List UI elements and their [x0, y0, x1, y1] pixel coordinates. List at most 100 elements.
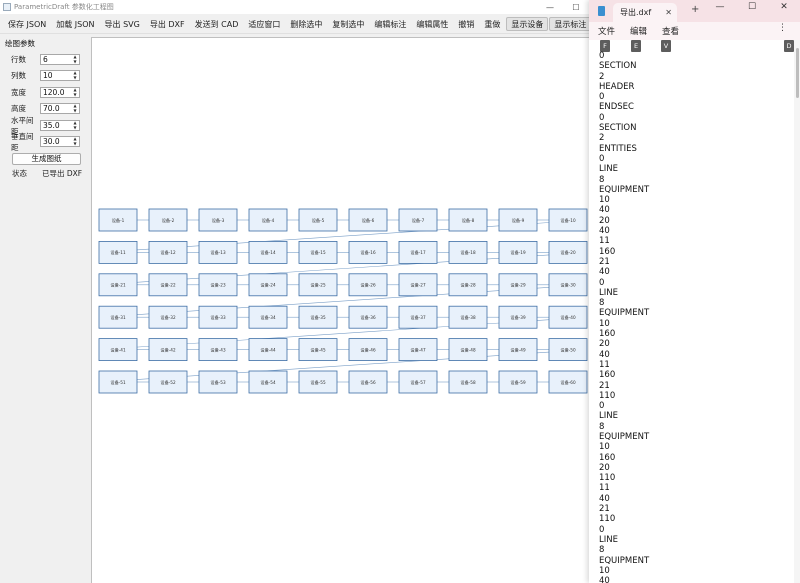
device-box[interactable]: 设备-28 [448, 273, 488, 297]
device-box[interactable]: 设备-9 [498, 208, 538, 232]
delete-selected-button[interactable]: 删除选中 [285, 17, 327, 31]
notepad-minimize-button[interactable]: — [704, 0, 736, 14]
device-box[interactable]: 设备-44 [248, 338, 288, 362]
device-box[interactable]: 设备-53 [198, 370, 238, 394]
menu-file[interactable]: 文件 [598, 25, 615, 37]
spin-arrows-icon[interactable]: ▲ ▼ [72, 136, 78, 146]
device-box[interactable]: 设备-54 [248, 370, 288, 394]
device-box[interactable]: 设备-31 [98, 305, 138, 329]
device-box[interactable]: 设备-2 [148, 208, 188, 232]
hgap-spinbox[interactable]: 35.0 ▲ ▼ [40, 120, 80, 131]
device-box[interactable]: 设备-58 [448, 370, 488, 394]
menu-view[interactable]: 查看 [662, 25, 679, 37]
device-box[interactable]: 设备-24 [248, 273, 288, 297]
device-box[interactable]: 设备-52 [148, 370, 188, 394]
generate-drawing-button[interactable]: 生成图纸 [12, 153, 81, 165]
device-box[interactable]: 设备-45 [298, 338, 338, 362]
device-box[interactable]: 设备-18 [448, 240, 488, 264]
device-box[interactable]: 设备-60 [548, 370, 588, 394]
spin-arrows-icon[interactable]: ▲ ▼ [72, 103, 78, 113]
spin-arrows-icon[interactable]: ▲ ▼ [72, 70, 78, 80]
device-box[interactable]: 设备-3 [198, 208, 238, 232]
device-box[interactable]: 设备-32 [148, 305, 188, 329]
drawing-svg[interactable]: 设备-1 设备-2 设备-3 设备-4 设备-5 设备-6 设备-7 设备-8 设备-9 设备-1… [92, 38, 590, 583]
device-box[interactable]: 设备-15 [298, 240, 338, 264]
notepad-close-button[interactable]: ✕ [768, 0, 800, 14]
device-box[interactable]: 设备-20 [548, 240, 588, 264]
send-to-cad-button[interactable]: 发送到 CAD [190, 17, 244, 31]
device-box[interactable]: 设备-46 [348, 338, 388, 362]
device-box[interactable]: 设备-34 [248, 305, 288, 329]
drawing-canvas[interactable]: 设备-1 设备-2 设备-3 设备-4 设备-5 设备-6 设备-7 设备-8 设备-9 设备-1… [91, 37, 590, 583]
device-box[interactable]: 设备-39 [498, 305, 538, 329]
spin-arrows-icon[interactable]: ▲ ▼ [72, 54, 78, 64]
device-box[interactable]: 设备-4 [248, 208, 288, 232]
device-box[interactable]: 设备-30 [548, 273, 588, 297]
device-box[interactable]: 设备-56 [348, 370, 388, 394]
device-box[interactable]: 设备-25 [298, 273, 338, 297]
device-box[interactable]: 设备-51 [98, 370, 138, 394]
export-dxf-button[interactable]: 导出 DXF [145, 17, 190, 31]
notepad-text-area[interactable]: 0 SECTION 2 HEADER 0 ENDSEC 0 SECTION 2 ENTITIES 0… [599, 51, 649, 583]
device-box[interactable]: 设备-37 [398, 305, 438, 329]
minimize-button[interactable]: — [537, 3, 563, 12]
device-box[interactable]: 设备-43 [198, 338, 238, 362]
device-box[interactable]: 设备-33 [198, 305, 238, 329]
device-box[interactable]: 设备-14 [248, 240, 288, 264]
device-box[interactable]: 设备-8 [448, 208, 488, 232]
width-spinbox[interactable]: 120.0 ▲ ▼ [40, 87, 80, 98]
edit-annotation-button[interactable]: 编辑标注 [369, 17, 411, 31]
device-box[interactable]: 设备-42 [148, 338, 188, 362]
device-box[interactable]: 设备-1 [98, 208, 138, 232]
device-box[interactable]: 设备-23 [198, 273, 238, 297]
device-box[interactable]: 设备-5 [298, 208, 338, 232]
edit-properties-button[interactable]: 编辑属性 [411, 17, 453, 31]
menu-edit[interactable]: 编辑 [630, 25, 647, 37]
maximize-button[interactable]: ☐ [563, 3, 589, 12]
device-box[interactable]: 设备-40 [548, 305, 588, 329]
device-box[interactable]: 设备-21 [98, 273, 138, 297]
vertical-scrollbar[interactable] [794, 40, 800, 583]
spin-arrows-icon[interactable]: ▲ ▼ [72, 120, 78, 130]
device-box[interactable]: 设备-59 [498, 370, 538, 394]
tab-export-dxf[interactable]: 导出.dxf ✕ [613, 3, 677, 22]
cols-spinbox[interactable]: 10 ▲ ▼ [40, 70, 80, 81]
export-svg-button[interactable]: 导出 SVG [100, 17, 145, 31]
redo-button[interactable]: 重做 [479, 17, 505, 31]
height-spinbox[interactable]: 70.0 ▲ ▼ [40, 103, 80, 114]
copy-selected-button[interactable]: 复制选中 [327, 17, 369, 31]
undo-button[interactable]: 撤销 [453, 17, 479, 31]
close-tab-icon[interactable]: ✕ [665, 3, 672, 22]
device-box[interactable]: 设备-16 [348, 240, 388, 264]
device-box[interactable]: 设备-6 [348, 208, 388, 232]
device-box[interactable]: 设备-38 [448, 305, 488, 329]
device-box[interactable]: 设备-19 [498, 240, 538, 264]
show-equipment-toggle[interactable]: 显示设备 [506, 16, 549, 31]
device-box[interactable]: 设备-57 [398, 370, 438, 394]
device-box[interactable]: 设备-50 [548, 338, 588, 362]
device-box[interactable]: 设备-22 [148, 273, 188, 297]
device-box[interactable]: 设备-27 [398, 273, 438, 297]
fit-window-button[interactable]: 适应窗口 [243, 17, 285, 31]
device-box[interactable]: 设备-29 [498, 273, 538, 297]
device-box[interactable]: 设备-17 [398, 240, 438, 264]
load-json-button[interactable]: 加载 JSON [51, 17, 99, 31]
device-box[interactable]: 设备-26 [348, 273, 388, 297]
device-box[interactable]: 设备-10 [548, 208, 588, 232]
device-box[interactable]: 设备-36 [348, 305, 388, 329]
vgap-spinbox[interactable]: 30.0 ▲ ▼ [40, 136, 80, 147]
new-tab-button[interactable]: + [691, 4, 699, 15]
rows-spinbox[interactable]: 6 ▲ ▼ [40, 54, 80, 65]
spin-arrows-icon[interactable]: ▲ ▼ [72, 87, 78, 97]
device-box[interactable]: 设备-41 [98, 338, 138, 362]
device-box[interactable]: 设备-13 [198, 240, 238, 264]
device-box[interactable]: 设备-49 [498, 338, 538, 362]
show-annotation-toggle[interactable]: 显示标注 [549, 16, 589, 31]
more-options-icon[interactable]: ⋮ [778, 23, 787, 33]
device-box[interactable]: 设备-47 [398, 338, 438, 362]
save-json-button[interactable]: 保存 JSON [3, 17, 51, 31]
device-box[interactable]: 设备-7 [398, 208, 438, 232]
device-box[interactable]: 设备-55 [298, 370, 338, 394]
notepad-maximize-button[interactable]: ☐ [736, 0, 768, 14]
scrollbar-thumb[interactable] [796, 48, 799, 98]
